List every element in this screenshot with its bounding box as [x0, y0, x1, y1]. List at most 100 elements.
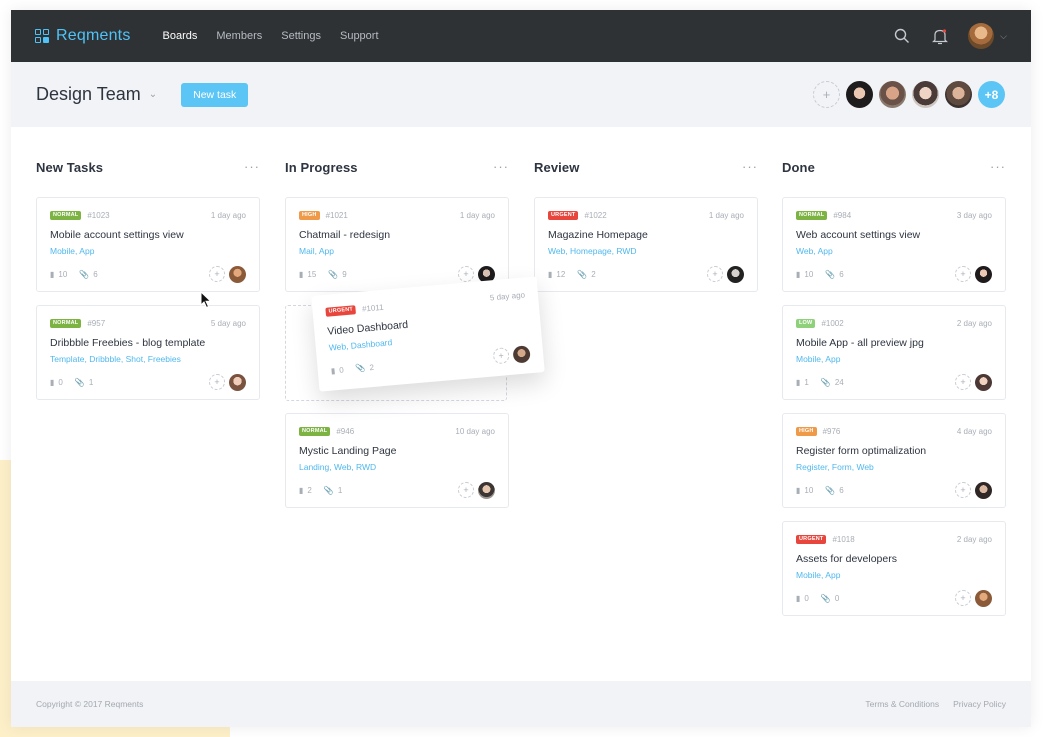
nav-link-settings[interactable]: Settings: [281, 30, 321, 42]
team-selector[interactable]: Design Team ⌄: [36, 84, 157, 105]
task-title: Magazine Homepage: [548, 229, 648, 241]
bell-icon[interactable]: [930, 26, 950, 46]
priority-badge: URGENT: [325, 304, 357, 317]
task-time: 2 day ago: [956, 534, 992, 544]
task-tags[interactable]: Web, App: [796, 246, 992, 257]
task-title: Chatmail - redesign: [299, 229, 391, 241]
task-card[interactable]: NORMAL #957 5 day ago Dribbble Freebies …: [36, 305, 260, 400]
task-id: #976: [822, 426, 841, 436]
add-assignee-button[interactable]: +: [458, 266, 474, 282]
user-avatar: [968, 23, 995, 49]
priority-badge: NORMAL: [50, 210, 82, 220]
task-time: 3 day ago: [956, 210, 992, 220]
assignee-avatar: [512, 344, 531, 364]
more-options-icon[interactable]: ···: [742, 160, 758, 173]
comment-icon: ▮: [299, 269, 304, 279]
task-title: Mobile account settings view: [50, 229, 184, 241]
paperclip-icon: 📎: [820, 593, 831, 603]
attachments-count: 📎 1: [323, 485, 343, 495]
add-assignee-button[interactable]: +: [955, 374, 971, 390]
task-card[interactable]: LOW #1002 2 day ago Mobile App - all pre…: [782, 305, 1006, 400]
task-card[interactable]: URGENT #1022 1 day ago Magazine Homepage…: [534, 197, 758, 292]
privacy-link[interactable]: Privacy Policy: [953, 699, 1006, 709]
comments-count: ▮ 10: [796, 485, 814, 495]
member-avatar[interactable]: [846, 81, 873, 108]
task-title: Mystic Landing Page: [299, 445, 397, 457]
nav-link-boards[interactable]: Boards: [163, 30, 198, 42]
column-title: Done: [782, 159, 815, 175]
task-id: #1022: [584, 210, 607, 220]
task-tags[interactable]: Mobile, App: [796, 570, 992, 581]
terms-link[interactable]: Terms & Conditions: [865, 699, 939, 709]
task-tags[interactable]: Landing, Web, RWD: [299, 462, 495, 473]
member-avatar[interactable]: [879, 81, 906, 108]
task-time: 2 day ago: [956, 318, 992, 328]
column-title: New Tasks: [36, 159, 104, 175]
column-done: Done ··· NORMAL #984 3 day ago Web accou…: [782, 158, 1006, 616]
task-time: 1 day ago: [210, 210, 246, 220]
add-assignee-button[interactable]: +: [955, 482, 971, 498]
assignee-avatar: [975, 373, 992, 391]
copyright-text: Copyright © 2017 Reqments: [36, 699, 144, 709]
more-members-badge[interactable]: +8: [978, 81, 1005, 108]
task-tags[interactable]: Mail, App: [299, 246, 495, 257]
attachments-count: 📎 2: [577, 269, 596, 279]
comment-icon: ▮: [330, 365, 336, 376]
more-options-icon[interactable]: ···: [493, 160, 509, 173]
add-assignee-button[interactable]: +: [209, 266, 225, 282]
add-assignee-button[interactable]: +: [492, 347, 510, 365]
task-card[interactable]: NORMAL #946 10 day ago Mystic Landing Pa…: [285, 413, 509, 508]
nav-link-members[interactable]: Members: [216, 30, 262, 42]
task-card[interactable]: URGENT #1018 2 day ago Assets for develo…: [782, 521, 1006, 616]
task-tags[interactable]: Web, Homepage, RWD: [548, 246, 744, 257]
priority-badge: HIGH: [796, 426, 817, 436]
top-navbar: Reqments Boards Members Settings Support…: [11, 10, 1031, 62]
task-tags[interactable]: Mobile, App: [796, 354, 992, 365]
task-id: #1023: [87, 210, 110, 220]
add-assignee-button[interactable]: +: [955, 590, 971, 606]
comments-count: ▮ 12: [548, 269, 566, 279]
main-nav: Boards Members Settings Support: [163, 30, 379, 42]
task-tags[interactable]: Register, Form, Web: [796, 462, 992, 473]
add-assignee-button[interactable]: +: [707, 266, 723, 282]
task-id: #957: [87, 318, 106, 328]
task-title: Web account settings view: [796, 229, 921, 241]
attachments-count: 📎 0: [820, 593, 840, 603]
comments-count: ▮ 10: [796, 269, 814, 279]
member-avatar[interactable]: [945, 81, 972, 108]
comment-icon: ▮: [796, 485, 801, 495]
task-card[interactable]: HIGH #1021 1 day ago Chatmail - redesign…: [285, 197, 509, 292]
assignee-avatar: [229, 373, 246, 391]
attachments-count: 📎 24: [820, 377, 844, 387]
member-avatar[interactable]: [912, 81, 939, 108]
task-card[interactable]: HIGH #976 4 day ago Register form optima…: [782, 413, 1006, 508]
attachments-count: 📎 2: [355, 362, 375, 373]
task-id: #1011: [361, 302, 384, 314]
task-card[interactable]: NORMAL #984 3 day ago Web account settin…: [782, 197, 1006, 292]
dragging-task-card[interactable]: URGENT #1011 5 day ago Video Dashboard W…: [311, 276, 545, 392]
logo[interactable]: Reqments: [35, 27, 131, 45]
assignee-avatar: [727, 265, 744, 283]
nav-link-support[interactable]: Support: [340, 30, 379, 42]
add-member-button[interactable]: +: [813, 81, 840, 108]
task-card[interactable]: NORMAL #1023 1 day ago Mobile account se…: [36, 197, 260, 292]
member-list: + +8: [813, 81, 1005, 108]
task-tags[interactable]: Template, Dribbble, Shot, Freebies: [50, 354, 246, 365]
task-id: #1002: [821, 318, 844, 328]
add-assignee-button[interactable]: +: [458, 482, 474, 498]
new-task-button[interactable]: New task: [181, 82, 249, 107]
search-icon[interactable]: [892, 26, 912, 46]
more-options-icon[interactable]: ···: [244, 160, 260, 173]
add-assignee-button[interactable]: +: [209, 374, 225, 390]
task-tags[interactable]: Mobile, App: [50, 246, 246, 257]
user-menu[interactable]: ⌵: [968, 23, 1007, 49]
more-options-icon[interactable]: ···: [990, 160, 1006, 173]
logo-icon: [35, 29, 49, 43]
paperclip-icon: 📎: [825, 485, 836, 495]
attachments-count: 📎 6: [825, 485, 844, 495]
task-title: Register form optimalization: [796, 445, 927, 457]
add-assignee-button[interactable]: +: [955, 266, 971, 282]
task-title: Mobile App - all preview jpg: [796, 337, 924, 349]
paperclip-icon: 📎: [323, 485, 334, 495]
assignee-avatar: [975, 589, 992, 607]
